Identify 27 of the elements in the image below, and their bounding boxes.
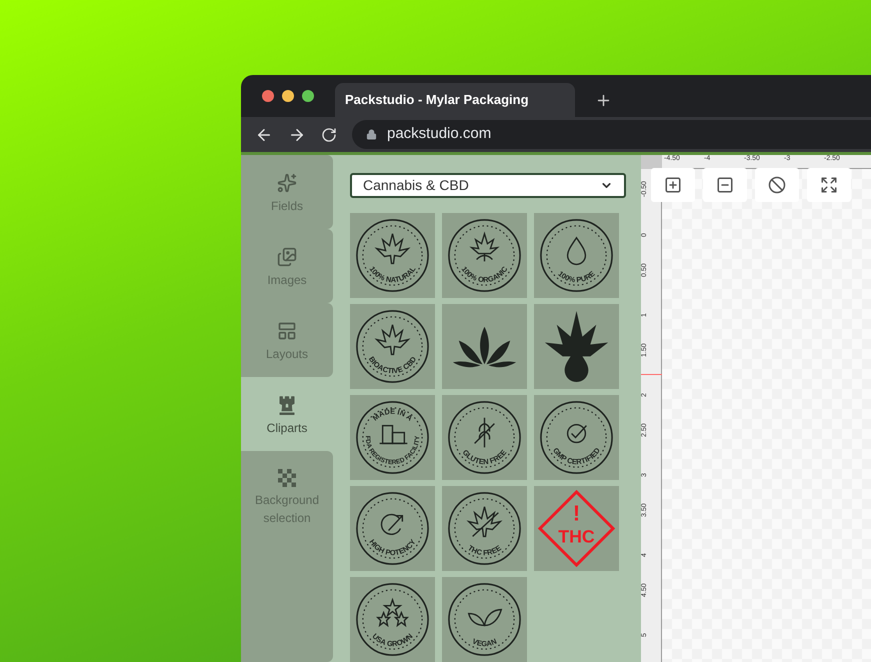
expand-icon [820,176,838,194]
canvas-tool-button[interactable] [807,168,851,202]
warning-text: THC [558,526,595,546]
images-icon [277,247,297,267]
checkerboard-icon [278,469,296,487]
ruler-corner [641,155,662,169]
canvas-tool-button[interactable] [755,168,799,202]
url-text: packstudio.com [387,124,492,144]
zoom-out-icon [716,176,734,194]
star-icon [277,173,297,193]
prohibited-icon [768,176,786,194]
clipart-tile[interactable] [534,304,619,389]
canvas-tool-button[interactable] [703,168,747,202]
zoom-in-icon [664,176,682,194]
leaf-icon [452,326,516,368]
warning-mark: ! [572,500,580,526]
warning-diamond-icon [538,490,616,568]
clipart-tile[interactable] [442,304,527,389]
lock-icon [366,129,377,140]
reload-icon[interactable] [321,126,337,142]
category-select[interactable]: Cannabis & CBD [350,173,626,198]
address-bar[interactable]: packstudio.com [352,120,871,149]
chess-rook-icon [278,395,296,415]
leaf-drop-icon [544,310,608,382]
canvas-tool-button[interactable] [651,168,695,202]
browser-tab[interactable]: Packstudio - Mylar Packaging [335,83,575,117]
layout-icon [277,321,297,341]
